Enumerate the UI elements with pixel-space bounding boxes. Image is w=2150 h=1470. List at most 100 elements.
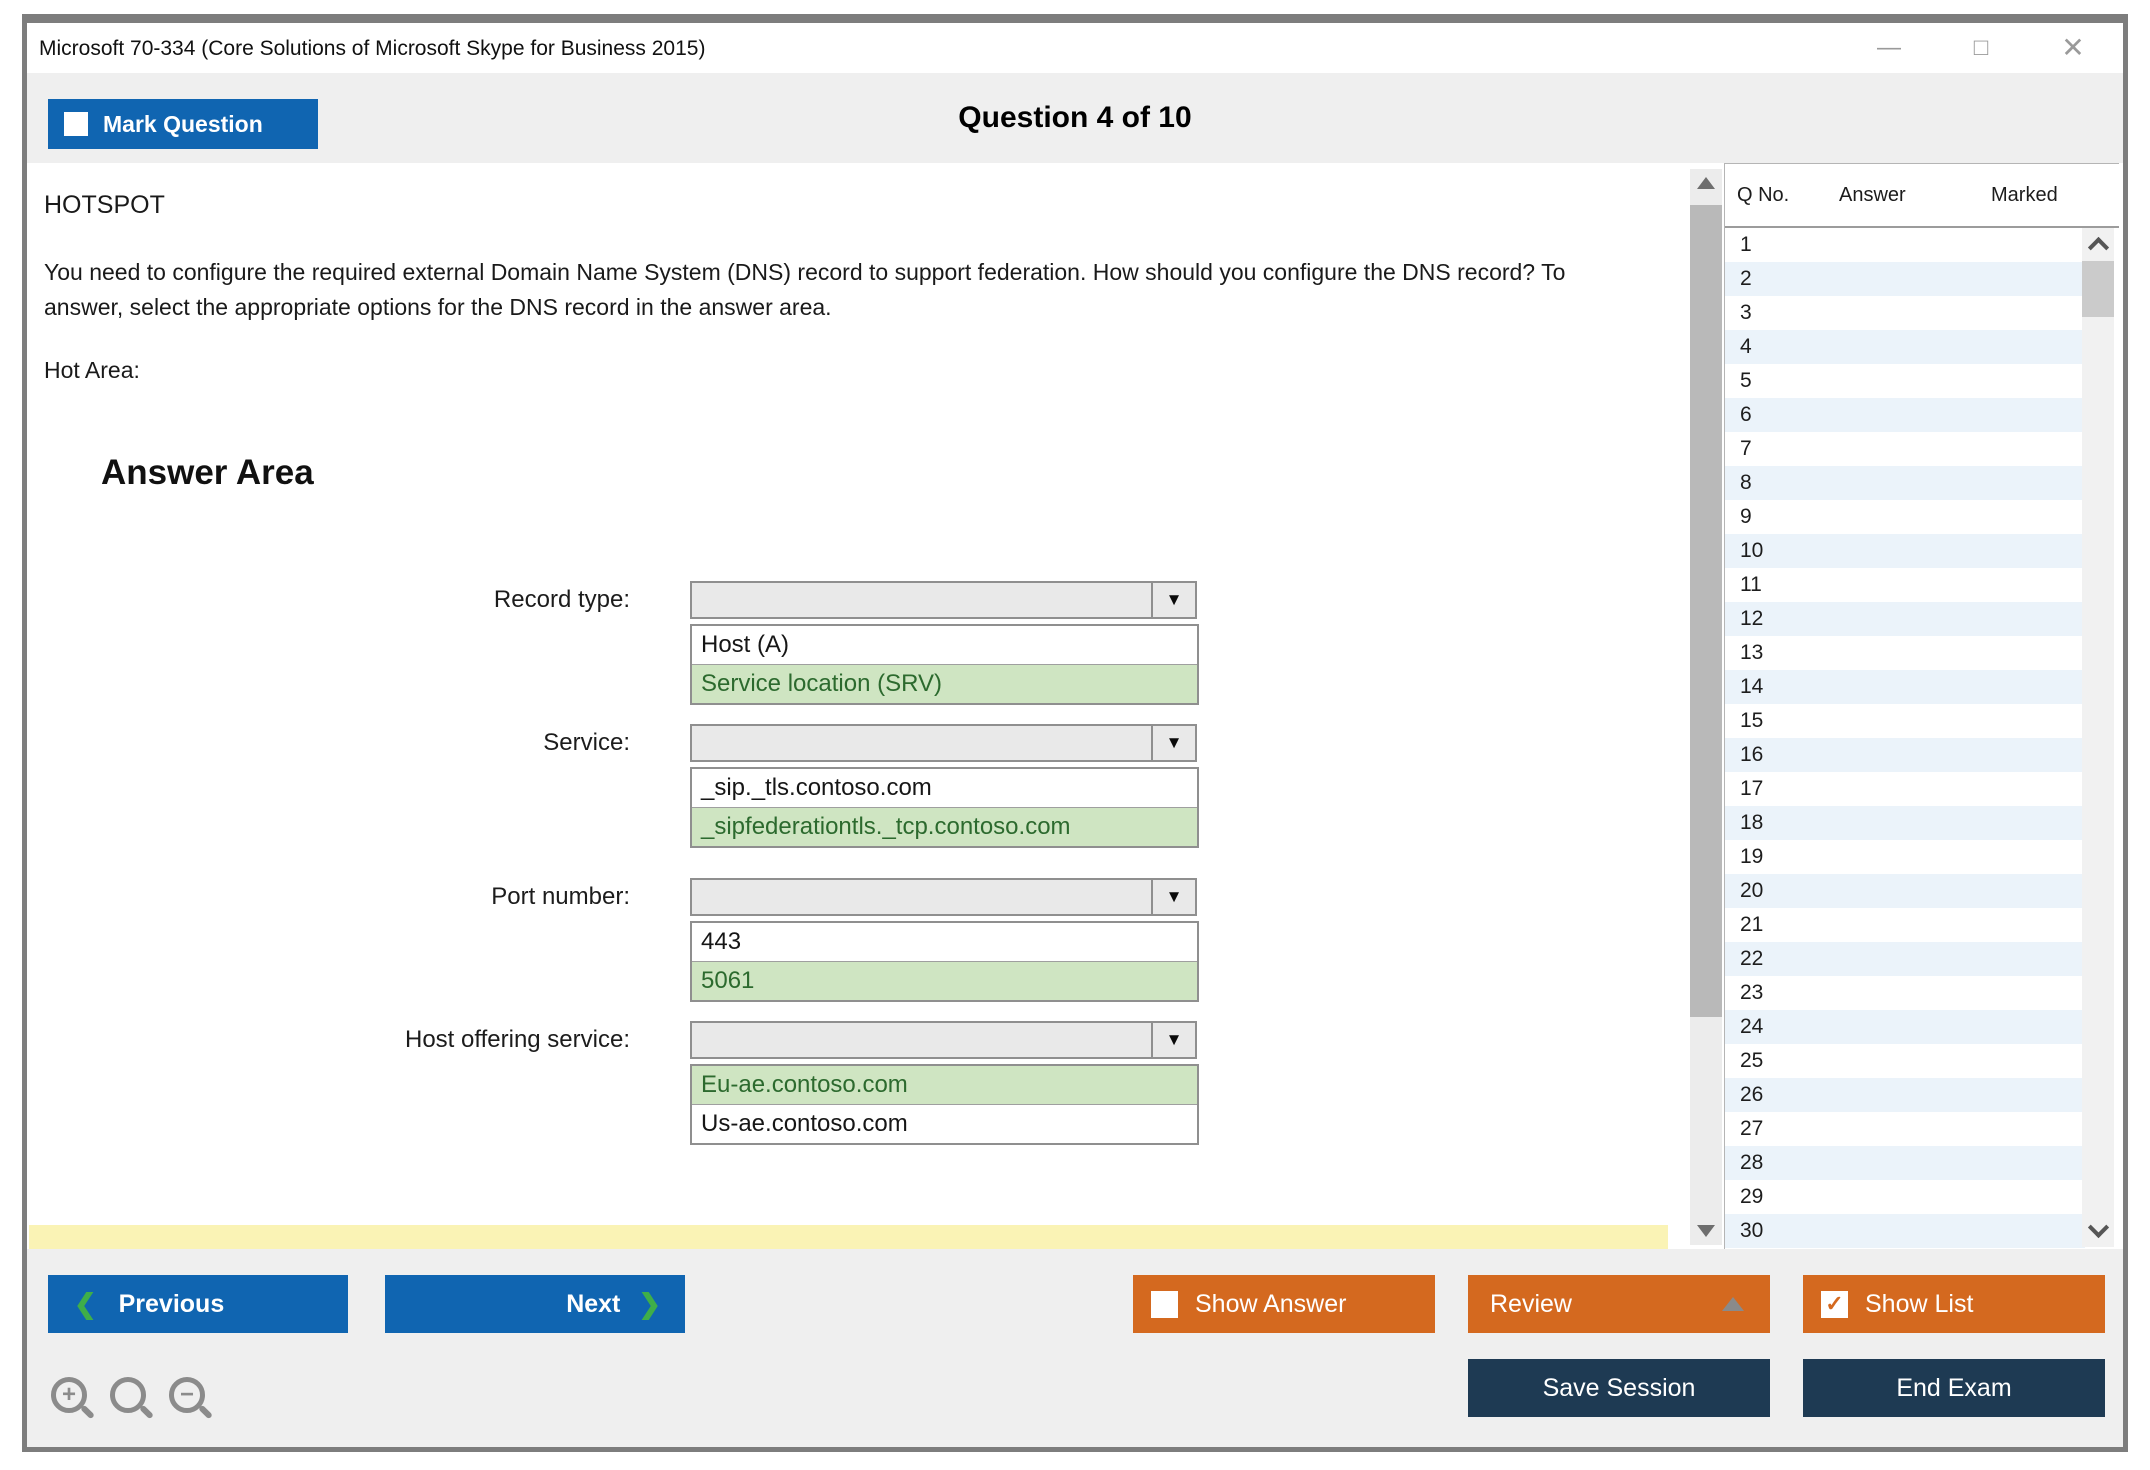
question-row-2[interactable]: 2 xyxy=(1725,262,2085,296)
scroll-down-icon[interactable] xyxy=(1697,1225,1715,1237)
question-row-30[interactable]: 30 xyxy=(1725,1214,2085,1248)
highlight-strip xyxy=(29,1225,1668,1249)
window-title: Microsoft 70-334 (Core Solutions of Micr… xyxy=(39,23,705,75)
question-row-25[interactable]: 25 xyxy=(1725,1044,2085,1078)
close-icon[interactable]: ✕ xyxy=(2053,34,2093,62)
chevron-down-icon: ▼ xyxy=(1151,726,1195,760)
question-row-9[interactable]: 9 xyxy=(1725,500,2085,534)
question-row-29[interactable]: 29 xyxy=(1725,1180,2085,1214)
question-row-7[interactable]: 7 xyxy=(1725,432,2085,466)
show-list-checkbox[interactable]: ✓ xyxy=(1821,1291,1848,1318)
option-service-location-srv[interactable]: Service location (SRV) xyxy=(692,665,1197,703)
hot-area-label: Hot Area: xyxy=(44,357,140,384)
question-row-18[interactable]: 18 xyxy=(1725,806,2085,840)
question-row-22[interactable]: 22 xyxy=(1725,942,2085,976)
host-offering-service-select[interactable]: ▼ xyxy=(690,1021,1197,1059)
chevron-down-icon: ▼ xyxy=(1151,583,1195,617)
option-443[interactable]: 443 xyxy=(692,923,1197,962)
question-row-11[interactable]: 11 xyxy=(1725,568,2085,602)
content-scrollbar[interactable] xyxy=(1690,169,1722,1245)
dropdown-label-record-type: Record type: xyxy=(27,581,630,619)
window-controls: — □ ✕ xyxy=(1869,23,2093,73)
question-row-4[interactable]: 4 xyxy=(1725,330,2085,364)
show-list-button[interactable]: ✓ Show List xyxy=(1803,1275,2105,1333)
mark-question-button[interactable]: Mark Question xyxy=(48,99,318,149)
port-number-select[interactable]: ▼ xyxy=(690,878,1197,916)
option-5061[interactable]: 5061 xyxy=(692,962,1197,1000)
title-bar: Microsoft 70-334 (Core Solutions of Micr… xyxy=(27,23,2123,73)
question-row-19[interactable]: 19 xyxy=(1725,840,2085,874)
magnifier-icon[interactable] xyxy=(110,1377,146,1413)
scroll-up-icon[interactable] xyxy=(2088,237,2109,258)
port-number-options: 4435061 xyxy=(690,921,1199,1002)
next-label: Next xyxy=(566,1290,620,1319)
question-row-6[interactable]: 6 xyxy=(1725,398,2085,432)
question-list-header: Q No. Answer Marked xyxy=(1725,164,2119,228)
question-counter: Question 4 of 10 xyxy=(27,73,2123,163)
dropdown-label-service: Service: xyxy=(27,724,630,762)
question-text: You need to configure the required exter… xyxy=(44,255,1609,325)
option-us-ae-contoso-com[interactable]: Us-ae.contoso.com xyxy=(692,1105,1197,1143)
question-row-12[interactable]: 12 xyxy=(1725,602,2085,636)
zoom-controls: + − xyxy=(51,1377,205,1413)
column-answer: Answer xyxy=(1839,164,1906,226)
option-eu-ae-contoso-com[interactable]: Eu-ae.contoso.com xyxy=(692,1066,1197,1105)
minimize-icon[interactable]: — xyxy=(1869,36,1909,60)
question-row-1[interactable]: 1 xyxy=(1725,228,2085,262)
question-row-13[interactable]: 13 xyxy=(1725,636,2085,670)
option-sipfederationtls-tcp-contoso-com[interactable]: _sipfederationtls._tcp.contoso.com xyxy=(692,808,1197,846)
show-answer-button[interactable]: Show Answer xyxy=(1133,1275,1435,1333)
column-marked: Marked xyxy=(1991,164,2058,226)
question-list: 1234567891011121314151617181920212223242… xyxy=(1725,228,2085,1248)
question-row-28[interactable]: 28 xyxy=(1725,1146,2085,1180)
show-answer-checkbox[interactable] xyxy=(1151,1291,1178,1318)
question-row-26[interactable]: 26 xyxy=(1725,1078,2085,1112)
service-select[interactable]: ▼ xyxy=(690,724,1197,762)
triangle-up-icon xyxy=(1722,1297,1744,1311)
question-row-27[interactable]: 27 xyxy=(1725,1112,2085,1146)
next-button[interactable]: Next ❯ xyxy=(385,1275,685,1333)
question-type-label: HOTSPOT xyxy=(44,191,165,220)
question-row-20[interactable]: 20 xyxy=(1725,874,2085,908)
question-list-panel: Q No. Answer Marked 12345678910111213141… xyxy=(1724,163,2119,1249)
question-row-5[interactable]: 5 xyxy=(1725,364,2085,398)
question-row-3[interactable]: 3 xyxy=(1725,296,2085,330)
scroll-up-icon[interactable] xyxy=(1697,177,1715,189)
question-list-scrollbar-thumb[interactable] xyxy=(2082,261,2114,317)
question-row-15[interactable]: 15 xyxy=(1725,704,2085,738)
chevron-down-icon: ▼ xyxy=(1151,880,1195,914)
question-row-16[interactable]: 16 xyxy=(1725,738,2085,772)
question-row-8[interactable]: 8 xyxy=(1725,466,2085,500)
question-row-14[interactable]: 14 xyxy=(1725,670,2085,704)
previous-label: Previous xyxy=(119,1290,225,1319)
footer-bar: ❮ Previous Next ❯ Show Answer Review ✓ S… xyxy=(27,1249,2123,1447)
check-icon: ✓ xyxy=(1825,1293,1843,1315)
question-row-17[interactable]: 17 xyxy=(1725,772,2085,806)
question-row-24[interactable]: 24 xyxy=(1725,1010,2085,1044)
review-button[interactable]: Review xyxy=(1468,1275,1770,1333)
column-q-no: Q No. xyxy=(1737,164,1789,226)
mark-question-checkbox[interactable] xyxy=(64,112,88,136)
show-answer-label: Show Answer xyxy=(1195,1290,1346,1319)
question-row-23[interactable]: 23 xyxy=(1725,976,2085,1010)
dropdown-label-port-number: Port number: xyxy=(27,878,630,916)
save-session-label: Save Session xyxy=(1543,1374,1696,1403)
content-scrollbar-thumb[interactable] xyxy=(1690,205,1722,1017)
end-exam-label: End Exam xyxy=(1896,1374,2011,1403)
option-host-a[interactable]: Host (A) xyxy=(692,626,1197,665)
maximize-icon[interactable]: □ xyxy=(1961,36,2001,60)
question-row-21[interactable]: 21 xyxy=(1725,908,2085,942)
record-type-select[interactable]: ▼ xyxy=(690,581,1197,619)
app-window: Microsoft 70-334 (Core Solutions of Micr… xyxy=(22,14,2128,1452)
chevron-left-icon: ❮ xyxy=(74,1289,97,1320)
option-sip-tls-contoso-com[interactable]: _sip._tls.contoso.com xyxy=(692,769,1197,808)
previous-button[interactable]: ❮ Previous xyxy=(48,1275,348,1333)
question-row-10[interactable]: 10 xyxy=(1725,534,2085,568)
zoom-out-icon[interactable]: − xyxy=(169,1377,205,1413)
host-offering-service-options: Eu-ae.contoso.comUs-ae.contoso.com xyxy=(690,1064,1199,1145)
save-session-button[interactable]: Save Session xyxy=(1468,1359,1770,1417)
end-exam-button[interactable]: End Exam xyxy=(1803,1359,2105,1417)
scroll-down-icon[interactable] xyxy=(2088,1217,2109,1238)
zoom-in-icon[interactable]: + xyxy=(51,1377,87,1413)
question-list-scrollbar[interactable] xyxy=(2082,228,2114,1247)
